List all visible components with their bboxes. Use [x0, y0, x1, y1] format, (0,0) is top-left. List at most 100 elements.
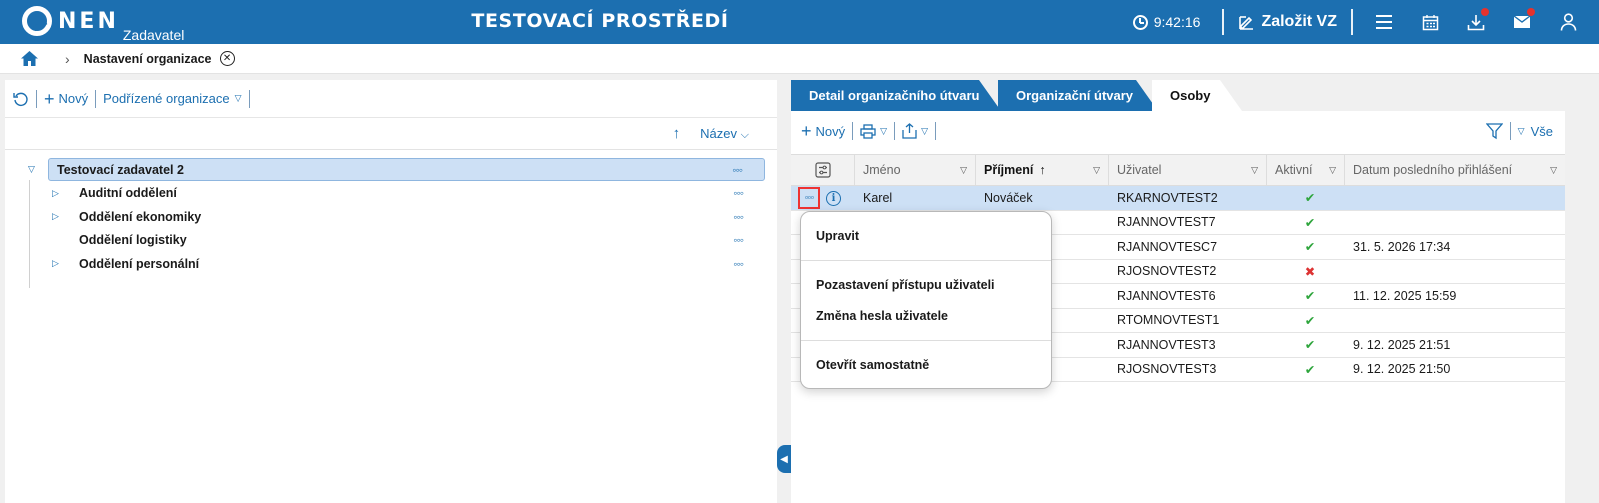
column-filter-icon[interactable]: ▽: [960, 165, 967, 176]
info-icon[interactable]: i: [826, 190, 841, 206]
cell-last-login: 11. 12. 2025 15:59: [1353, 288, 1457, 303]
divider: [894, 122, 896, 140]
tree-node-root-label-box[interactable]: Testovací zadavatel 2 ◦◦◦: [48, 158, 765, 182]
tree-node-label: Oddělení personální: [79, 256, 200, 271]
column-settings-icon: [814, 162, 831, 178]
cell-user: RJANNOVTESC7: [1117, 239, 1218, 254]
export-dropdown[interactable]: ▽: [902, 123, 928, 139]
column-header-user[interactable]: Uživatel ▽: [1109, 155, 1267, 185]
tree-node[interactable]: ▷ Auditní oddělení ◦◦◦: [5, 182, 777, 206]
check-icon: ✔: [1304, 191, 1316, 206]
more-options-icon[interactable]: ◦◦◦: [798, 186, 820, 209]
cell-last-name: Nováček: [984, 190, 1033, 205]
calendar-button[interactable]: [1407, 0, 1453, 44]
menu-item-edit[interactable]: Upravit: [816, 229, 859, 243]
menu-item-open-separately[interactable]: Otevřít samostatně: [816, 358, 929, 372]
tree-node[interactable]: ▷ Oddělení ekonomiky ◦◦◦: [5, 205, 777, 229]
triangle-right-icon[interactable]: ▷: [52, 258, 59, 269]
refresh-button[interactable]: [13, 91, 29, 107]
collapse-panel-handle[interactable]: ◀: [777, 445, 791, 473]
breadcrumb: › Nastavení organizace ✕: [0, 44, 1599, 74]
tree-node[interactable]: Oddělení logistiky ◦◦◦: [5, 229, 777, 253]
messages-button[interactable]: [1499, 0, 1545, 44]
sort-field-dropdown[interactable]: Název ⌵: [700, 126, 749, 142]
more-options-icon[interactable]: ◦◦◦: [733, 210, 744, 224]
column-label: Datum posledního přihlášení: [1353, 163, 1513, 177]
divider: [248, 89, 250, 108]
tab-persons[interactable]: Osoby: [1152, 80, 1242, 111]
tree-node-label: Auditní oddělení: [79, 186, 177, 201]
tree-node-label: Oddělení ekonomiky: [79, 209, 202, 224]
check-icon: ✔: [1304, 313, 1316, 328]
tree-node[interactable]: ▷ Oddělení personální ◦◦◦: [5, 252, 777, 276]
triangle-down-icon[interactable]: ▽: [28, 164, 35, 175]
tab-label: Organizační útvary: [1016, 88, 1134, 103]
chevron-down-icon: ⌵: [740, 128, 749, 141]
notification-dot: [1481, 8, 1489, 16]
calendar-icon: [1422, 14, 1438, 30]
tab-org-units[interactable]: Organizační útvary: [998, 80, 1158, 111]
column-filter-icon[interactable]: ▽: [1251, 165, 1258, 176]
close-page-icon[interactable]: ✕: [219, 51, 235, 66]
create-vz-button[interactable]: Založit VZ: [1238, 13, 1337, 31]
new-unit-button[interactable]: + Nový: [44, 90, 88, 108]
row-actions: ◦◦◦ i: [791, 186, 855, 209]
chevron-right-icon: ›: [65, 50, 70, 67]
menu-divider: [801, 340, 1051, 341]
more-options-icon[interactable]: ◦◦◦: [732, 163, 743, 177]
triangle-right-icon[interactable]: ▷: [52, 211, 59, 222]
menu-item-suspend-access[interactable]: Pozastavení přístupu uživateli: [816, 278, 995, 292]
cell-user: RJANNOVTEST3: [1117, 337, 1216, 352]
filter-icon[interactable]: [1485, 122, 1503, 140]
triangle-down-icon: ▽: [1517, 125, 1525, 136]
organization-tree-panel: + Nový Podřízené organizace ▽ ↑ Název ⌵ …: [5, 80, 777, 503]
menu-button[interactable]: [1361, 0, 1407, 44]
column-header-last-name[interactable]: Příjmení ↑ ▽: [976, 155, 1109, 185]
check-icon: ✔: [1304, 289, 1316, 304]
more-options-icon[interactable]: ◦◦◦: [733, 233, 744, 247]
print-dropdown[interactable]: ▽: [860, 123, 888, 139]
downloads-button[interactable]: [1453, 0, 1499, 44]
subordinate-orgs-dropdown[interactable]: Podřízené organizace ▽: [103, 91, 241, 106]
row-context-menu: Upravit Pozastavení přístupu uživateli Z…: [800, 211, 1052, 389]
tab-detail[interactable]: Detail organizačního útvaru: [791, 80, 1001, 111]
column-label: Aktivní: [1275, 163, 1313, 177]
breadcrumb-current: Nastavení organizace: [83, 51, 212, 66]
column-settings-button[interactable]: [791, 155, 855, 185]
triangle-right-icon[interactable]: ▷: [52, 188, 59, 199]
triangle-down-icon: ▽: [880, 125, 888, 136]
clock-icon: [1132, 14, 1148, 30]
cell-first-name: Karel: [863, 190, 893, 205]
table-row[interactable]: ◦◦◦ i Karel Nováček RKARNOVTEST2 ✔: [791, 186, 1565, 211]
column-filter-icon[interactable]: ▽: [1329, 165, 1336, 176]
check-icon: ✔: [1304, 362, 1316, 377]
more-options-icon[interactable]: ◦◦◦: [733, 186, 744, 200]
cell-last-login: 31. 5. 2026 17:34: [1353, 239, 1451, 254]
column-header-last-login[interactable]: Datum posledního přihlášení ▽: [1345, 155, 1565, 185]
plus-icon: +: [44, 88, 55, 109]
org-tree: ▽ Testovací zadavatel 2 ◦◦◦ ▷ Auditní od…: [5, 150, 777, 288]
environment-title: TESTOVACÍ PROSTŘEDÍ: [471, 10, 729, 32]
more-options-icon[interactable]: ◦◦◦: [733, 257, 744, 271]
tree-node-root[interactable]: ▽ Testovací zadavatel 2 ◦◦◦: [5, 158, 777, 182]
column-header-first-name[interactable]: Jméno ▽: [855, 155, 976, 185]
filter-all-dropdown[interactable]: ▽ Vše: [1518, 124, 1553, 139]
hamburger-icon: [1376, 15, 1392, 29]
new-person-button[interactable]: + Nový: [801, 122, 845, 140]
cell-user: RKARNOVTEST2: [1117, 190, 1218, 205]
cell-user: RJANNOVTEST7: [1117, 215, 1216, 230]
persons-toolbar: + Nový ▽ ▽ ▽ Vše: [791, 111, 1565, 151]
divider: [95, 89, 97, 108]
column-filter-icon[interactable]: ▽: [1550, 165, 1557, 176]
top-bar: NEN Zadavatel TESTOVACÍ PROSTŘEDÍ 9:42:1…: [0, 0, 1599, 44]
menu-item-change-password[interactable]: Změna hesla uživatele: [816, 309, 948, 323]
plus-icon: +: [801, 121, 812, 141]
sort-ascending-icon[interactable]: ↑: [673, 125, 681, 142]
cell-user: RJANNOVTEST6: [1117, 288, 1216, 303]
user-button[interactable]: [1545, 0, 1591, 44]
column-filter-icon[interactable]: ▽: [1093, 165, 1100, 176]
home-button[interactable]: [20, 50, 39, 67]
column-header-active[interactable]: Aktivní ▽: [1267, 155, 1345, 185]
print-icon: [860, 123, 876, 139]
edit-icon: [1239, 15, 1254, 30]
